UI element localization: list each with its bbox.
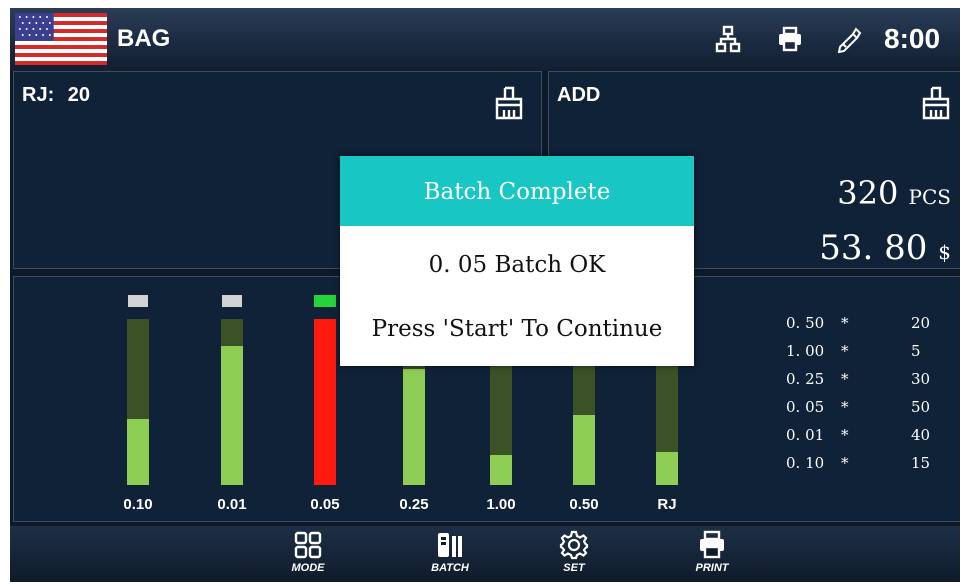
denomination: 1. 00 <box>786 342 825 360</box>
mode-button[interactable]: MODE <box>273 530 343 574</box>
dialog-prompt: Press 'Start' To Continue <box>371 316 663 342</box>
bar-cap <box>128 295 148 307</box>
bar-label: 0.10 <box>123 496 153 513</box>
multiply-sign: * <box>841 426 849 444</box>
bar-label: 0.05 <box>310 496 340 513</box>
bar-fill <box>656 452 678 485</box>
denomination: 0. 01 <box>786 426 825 444</box>
denomination: 0. 25 <box>786 370 825 388</box>
multiply-sign: * <box>841 454 849 472</box>
printer-icon <box>700 530 724 559</box>
reject-label-text: RJ: <box>22 84 55 106</box>
piece-count-value: 320 <box>837 174 899 212</box>
amount-total: 53. 80 $ <box>819 228 951 268</box>
printer-icon[interactable] <box>776 25 804 53</box>
bar-cap <box>222 295 242 307</box>
add-label: ADD <box>557 84 601 106</box>
multiply-sign: * <box>841 370 849 388</box>
batch-quantity: 5 <box>911 342 921 360</box>
grid-icon <box>294 531 322 559</box>
bar-label: RJ <box>657 496 677 513</box>
multiply-sign: * <box>841 398 849 416</box>
bar-label: 0.50 <box>569 496 599 513</box>
denomination: 0. 10 <box>786 454 825 472</box>
clear-brush-icon[interactable] <box>494 86 524 120</box>
batch-quantity: 40 <box>911 426 931 444</box>
dialog-message: 0. 05 Batch OK <box>428 252 606 278</box>
bar-cap <box>314 295 336 307</box>
bar-fill <box>127 419 149 485</box>
batch-complete-dialog[interactable]: Batch Complete 0. 05 Batch OK Press 'Sta… <box>340 156 694 366</box>
print-button[interactable]: PRINT <box>677 530 747 574</box>
set-button-label: SET <box>563 562 585 574</box>
bar-fill <box>221 346 243 485</box>
batch-quantity: 15 <box>911 454 931 472</box>
multiply-sign: * <box>841 342 849 360</box>
bar-fill <box>403 369 425 485</box>
amount-unit: $ <box>938 240 951 264</box>
bar-fill <box>573 415 595 485</box>
dialog-title: Batch Complete <box>340 156 694 226</box>
top-bar: BAG 8:00 <box>10 8 960 71</box>
piece-count: 320 PCS <box>837 174 951 212</box>
mode-title: BAG <box>117 25 171 52</box>
us-flag-icon <box>15 13 107 65</box>
clear-brush-icon[interactable] <box>921 86 951 120</box>
batch-button[interactable]: BATCH <box>415 530 485 574</box>
bar-label: 0.01 <box>217 496 247 513</box>
network-icon[interactable] <box>714 25 742 53</box>
batch-quantity: 30 <box>911 370 931 388</box>
gear-icon <box>559 530 589 560</box>
mode-button-label: MODE <box>291 562 325 574</box>
bar-fill <box>314 319 336 485</box>
piece-count-unit: PCS <box>908 185 951 209</box>
device-screen: BAG 8:00 RJ: 20 ADD 320 PCS 53. 80 $ 0.1… <box>10 8 960 582</box>
batch-quantity: 50 <box>911 398 931 416</box>
set-button[interactable]: SET <box>539 530 609 574</box>
reject-count: 20 <box>67 84 91 106</box>
bar-0-10 <box>127 295 149 485</box>
bar-0-01 <box>221 295 243 485</box>
bar-fill <box>490 455 512 485</box>
bar-0-05 <box>314 295 336 485</box>
print-button-label: PRINT <box>695 562 729 574</box>
reject-label: RJ: 20 <box>22 84 90 107</box>
batch-quantity: 20 <box>911 314 931 332</box>
clock: 8:00 <box>884 23 941 54</box>
bar-label: 0.25 <box>399 496 429 513</box>
amount-value: 53. 80 <box>819 228 928 268</box>
bottom-toolbar: MODE BATCH SET PRINT <box>10 526 960 582</box>
batch-button-label: BATCH <box>431 562 469 574</box>
batch-icon <box>438 533 462 557</box>
bar-label: 1.00 <box>486 496 516 513</box>
denomination: 0. 05 <box>786 398 825 416</box>
pen-icon[interactable] <box>834 25 862 53</box>
denomination: 0. 50 <box>786 314 825 332</box>
multiply-sign: * <box>841 314 849 332</box>
